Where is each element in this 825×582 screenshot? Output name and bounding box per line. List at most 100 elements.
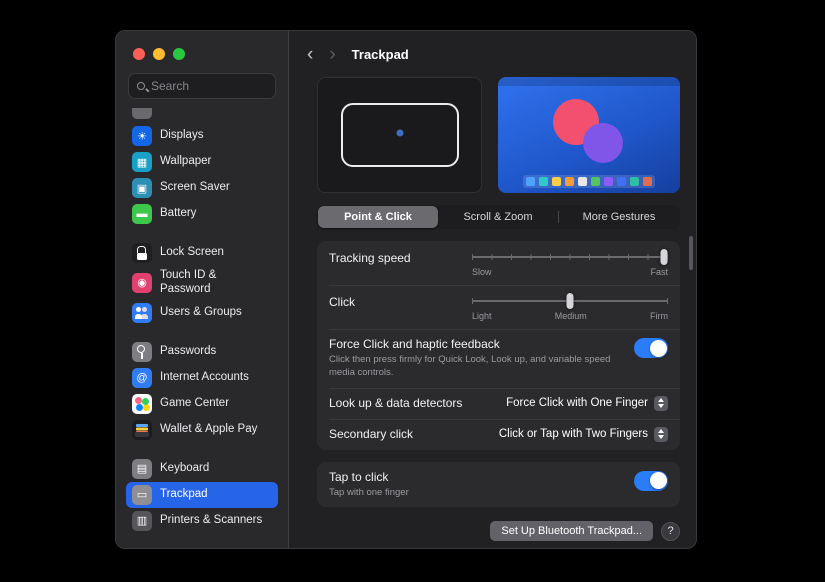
tap-to-click-description: Tap with one finger [329,487,409,500]
tab-scroll-and-zoom[interactable]: Scroll & Zoom [438,206,558,228]
lock-icon [132,243,152,263]
slider-max-label: Firm [650,311,668,321]
forward-button[interactable]: › [329,45,335,64]
dock-app-square [617,177,626,186]
force-click-toggle[interactable] [634,338,668,358]
toggle-knob [650,472,667,489]
wallet-icon [132,420,152,440]
sidebar-item-wallet-apple-pay[interactable]: Wallet & Apple Pay [126,417,278,443]
sidebar-item-label: Lock Screen [160,246,224,260]
scrollbar-thumb[interactable] [689,236,693,270]
help-button[interactable]: ? [661,522,680,541]
point-click-settings-card: Tracking speed Slow Fast [317,241,680,450]
sidebar-item-label: Battery [160,207,196,221]
sidebar-item-game-center[interactable]: Game Center [126,391,278,417]
search-input[interactable] [151,79,267,93]
tracking-speed-row: Tracking speed Slow Fast [317,241,680,285]
slider-mid-label: Medium [555,311,587,321]
popup-chevrons-icon [654,396,668,411]
sidebar-item-passwords[interactable]: Passwords [126,339,278,365]
sidebar-item-printers-scanners[interactable]: ▥ Printers & Scanners [126,508,278,534]
secondary-click-row: Secondary click Click or Tap with Two Fi… [317,419,680,450]
preview-circle-purple [583,123,623,163]
tab-point-and-click[interactable]: Point & Click [318,206,438,228]
click-firmness-slider[interactable] [472,293,668,309]
look-up-label: Look up & data detectors [329,396,462,410]
window-controls [116,31,288,60]
tap-to-click-card: Tap to click Tap with one finger [317,462,680,508]
sidebar-item-internet-accounts[interactable]: @ Internet Accounts [126,365,278,391]
sidebar-item-label: Users & Groups [160,306,242,320]
click-slider-thumb[interactable] [567,293,574,309]
tap-to-click-label: Tap to click [329,470,409,484]
search-field[interactable] [128,73,276,99]
sidebar-item-keyboard[interactable]: ▤ Keyboard [126,456,278,482]
slider-max-label: Fast [650,267,668,277]
click-firmness-row: Click Light Medium Firm [317,285,680,329]
setup-bluetooth-trackpad-button[interactable]: Set Up Bluetooth Trackpad... [490,521,653,541]
sidebar-item-displays[interactable]: ☀ Displays [126,123,278,149]
key-icon [132,342,152,362]
page-title: Trackpad [352,47,409,62]
zoom-window-button[interactable] [173,48,185,60]
gesture-tabs: Point & Click Scroll & Zoom More Gesture… [317,205,680,229]
back-button[interactable]: ‹ [307,45,313,64]
slider-min-label: Light [472,311,492,321]
sidebar-item-touch-id-password[interactable]: ◉ Touch ID & Password [126,266,278,300]
sidebar-item-label: Touch ID & Password [160,269,242,297]
battery-icon: ▬ [132,204,152,224]
system-settings-window: ☀ Displays ▦ Wallpaper ▣ Screen Saver ▬ … [115,30,697,549]
sidebar-item-trackpad[interactable]: ▭ Trackpad [126,482,278,508]
look-up-popup[interactable]: Force Click with One Finger [506,396,668,411]
dock-app-square [630,177,639,186]
sidebar-item-label: Passwords [160,345,216,359]
tracking-speed-slider[interactable] [472,249,668,265]
desktop-preview-panel [498,77,680,193]
tab-more-gestures[interactable]: More Gestures [559,206,679,228]
sidebar-item-label: Keyboard [160,462,209,476]
game-center-icon [132,394,152,414]
touch-id-icon: ◉ [132,273,152,293]
sidebar-list: ☀ Displays ▦ Wallpaper ▣ Screen Saver ▬ … [116,108,288,548]
dock-app-square [643,177,652,186]
preview-menubar [498,77,680,86]
force-click-label: Force Click and haptic feedback [329,337,634,351]
sidebar-item-users-groups[interactable]: Users & Groups [126,300,278,326]
wallpaper-icon: ▦ [132,152,152,172]
sidebar-item-label: Printers & Scanners [160,514,262,528]
sidebar-item-screen-saver[interactable]: ▣ Screen Saver [126,175,278,201]
titlebar: ‹ › Trackpad [289,31,696,77]
click-label: Click [329,293,355,309]
sidebar-item-label: Game Center [160,397,229,411]
minimize-window-button[interactable] [153,48,165,60]
secondary-click-popup[interactable]: Click or Tap with Two Fingers [499,427,668,442]
preview-row [317,77,680,193]
at-icon: @ [132,368,152,388]
dock-app-square [552,177,561,186]
close-window-button[interactable] [133,48,145,60]
content-area: Point & Click Scroll & Zoom More Gesture… [289,77,696,549]
screen-saver-icon: ▣ [132,178,152,198]
dock-app-square [565,177,574,186]
sidebar-item-label: Displays [160,129,203,143]
dock-app-square [539,177,548,186]
dock-app-square [591,177,600,186]
slider-ticks [472,254,668,260]
secondary-click-label: Secondary click [329,427,413,441]
sidebar-item-lock-screen[interactable]: Lock Screen [126,240,278,266]
look-up-value: Force Click with One Finger [506,397,648,409]
tap-to-click-toggle[interactable] [634,471,668,491]
dock-app-square [604,177,613,186]
tracking-speed-slider-thumb[interactable] [661,249,668,265]
trackpad-outline-illustration [341,103,459,167]
trackpad-preview-panel [317,77,482,193]
sidebar-item-battery[interactable]: ▬ Battery [126,201,278,227]
dock-app-square [526,177,535,186]
footer-row: Set Up Bluetooth Trackpad... ? [317,521,680,541]
slider-min-label: Slow [472,267,492,277]
sidebar-item-label: Wallpaper [160,155,211,169]
displays-icon: ☀ [132,126,152,146]
sidebar-item-label: Trackpad [160,488,208,502]
sidebar-item-wallpaper[interactable]: ▦ Wallpaper [126,149,278,175]
force-click-description: Click then press firmly for Quick Look, … [329,354,634,380]
